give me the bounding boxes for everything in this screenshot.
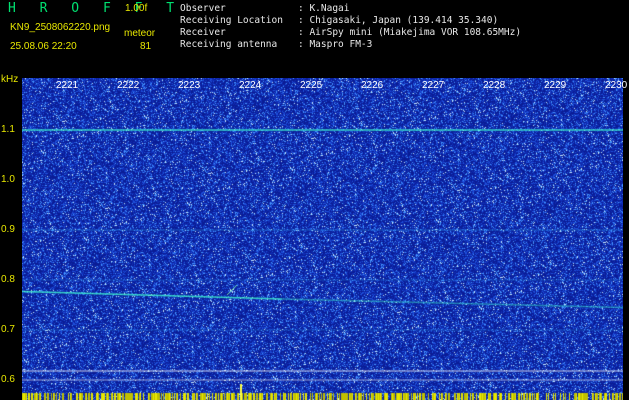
info-row-antenna: Receiving antenna : Maspro FM-3 [180, 39, 372, 50]
info-key: Receiving Location [180, 15, 283, 26]
info-key: Receiver [180, 27, 226, 38]
time-tick-label: 2226 [361, 80, 384, 91]
info-value: : AirSpy mini (Miakejima VOR 108.65MHz) [298, 27, 522, 38]
info-key: Receiving antenna [180, 39, 278, 50]
app-title: H R O F F T [8, 1, 183, 16]
info-value: : K.Nagai [298, 3, 350, 14]
datetime-label: 25.08.06 22:20 [10, 41, 77, 52]
time-tick-label: 2223 [178, 80, 201, 91]
time-tick-label: 2225 [300, 80, 323, 91]
info-value: : Chigasaki, Japan (139.414 35.340) [298, 15, 499, 26]
y-axis-label: 0.8 [1, 274, 15, 285]
info-row-location: Receiving Location : Chigasaki, Japan (13… [180, 15, 498, 26]
header-panel: H R O F F T 1.00f KN9_2508062220.png met… [0, 0, 629, 75]
meteor-count: 81 [140, 41, 152, 52]
time-tick-label: 2224 [239, 80, 262, 91]
filename-label: KN9_2508062220.png [10, 22, 111, 33]
info-key: Observer [180, 3, 226, 14]
meteor-label: meteor [124, 28, 156, 39]
version-label: 1.00f [125, 3, 148, 14]
y-axis-label: 0.7 [1, 324, 15, 335]
y-axis-label: 0.9 [1, 224, 15, 235]
info-row-observer: Observer : K.Nagai [180, 3, 349, 14]
info-value: : Maspro FM-3 [298, 39, 373, 50]
time-tick-label: 2230 [605, 80, 628, 91]
spectrogram-plot [22, 78, 623, 400]
y-axis-label: 0.6 [1, 374, 15, 385]
y-axis-label: 1.0 [1, 174, 15, 185]
time-tick-label: 2222 [117, 80, 140, 91]
time-tick-label: 2228 [483, 80, 506, 91]
y-axis-label: 1.1 [1, 124, 15, 135]
time-tick-label: 2229 [544, 80, 567, 91]
time-tick-label: 2221 [56, 80, 79, 91]
khz-unit-label: kHz [1, 74, 19, 85]
time-tick-label: 2227 [422, 80, 445, 91]
info-row-receiver: Receiver : AirSpy mini (Miakejima VOR 108… [180, 27, 521, 38]
